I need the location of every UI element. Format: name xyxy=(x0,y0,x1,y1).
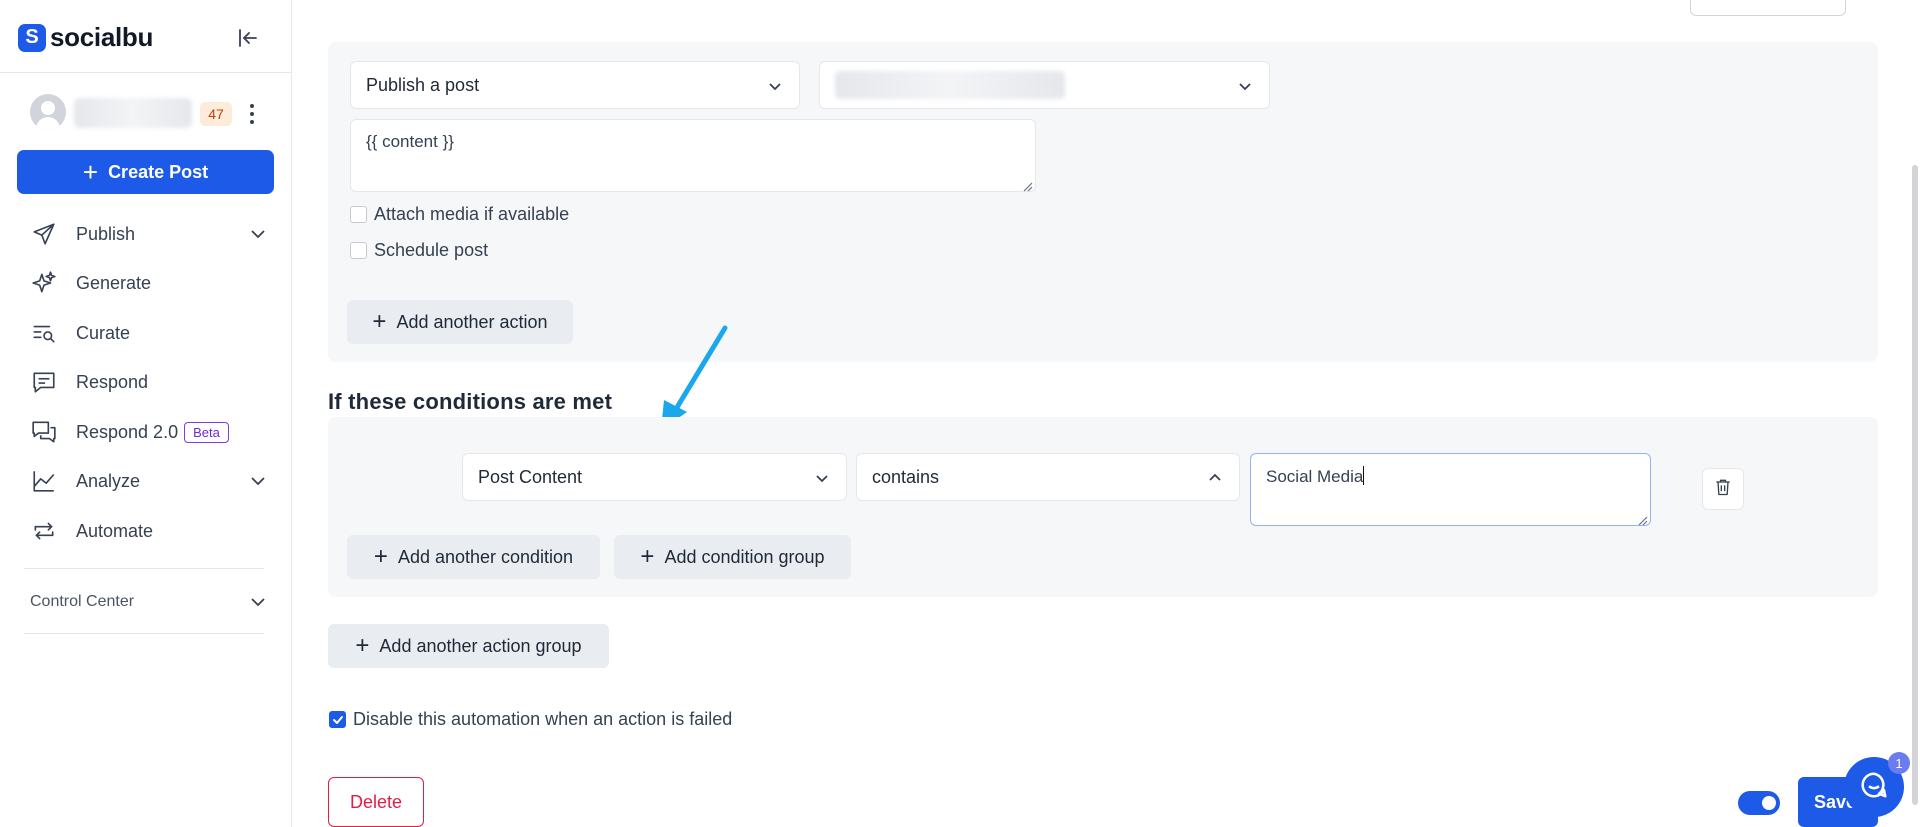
post-content-value: {{ content }} xyxy=(366,132,454,151)
conditions-title: If these conditions are met xyxy=(328,389,613,414)
sidebar-item-respond[interactable]: Respond xyxy=(30,364,270,400)
condition-operator-value: contains xyxy=(872,466,940,487)
add-another-action-button[interactable]: + Add another action xyxy=(347,300,573,344)
add-another-condition-button[interactable]: + Add another condition xyxy=(347,535,600,579)
chevron-up-icon xyxy=(1205,468,1225,488)
automation-active-toggle[interactable] xyxy=(1738,791,1780,815)
sidebar-item-label: Respond 2.0 xyxy=(76,421,179,442)
sparkles-icon xyxy=(30,269,58,297)
control-center-label: Control Center xyxy=(30,593,135,610)
chevron-down-icon xyxy=(765,76,785,96)
checkbox[interactable] xyxy=(350,206,367,223)
chat-icon xyxy=(1859,770,1889,805)
create-post-button[interactable]: + Create Post xyxy=(17,150,274,194)
delete-automation-button[interactable]: Delete xyxy=(328,777,424,827)
collapse-sidebar-icon[interactable] xyxy=(236,26,260,50)
account-select[interactable] xyxy=(819,61,1270,109)
sidebar-divider xyxy=(24,568,264,569)
sidebar-item-curate[interactable]: Curate xyxy=(30,315,270,351)
post-content-textarea[interactable]: {{ content }} xyxy=(350,119,1036,192)
plus-icon: + xyxy=(640,543,655,570)
chevron-down-icon xyxy=(812,468,832,488)
chevron-down-icon xyxy=(1235,76,1255,96)
sidebar-item-analyze[interactable]: Analyze xyxy=(30,463,270,499)
create-post-label: Create Post xyxy=(108,161,209,182)
socialbu-logo-icon: S xyxy=(18,23,46,52)
control-center-toggle[interactable]: Control Center xyxy=(30,588,270,616)
attach-media-label: Attach media if available xyxy=(374,204,570,224)
schedule-post-checkbox[interactable]: Schedule post xyxy=(350,240,488,261)
action-type-value: Publish a post xyxy=(366,74,480,95)
condition-value-textarea[interactable]: Social Media xyxy=(1250,453,1651,526)
send-icon xyxy=(30,220,58,248)
text-cursor xyxy=(1363,466,1365,485)
chart-line-icon xyxy=(30,467,58,495)
sidebar-item-label: Generate xyxy=(76,272,152,293)
repeat-icon xyxy=(30,517,58,545)
sidebar-item-label: Automate xyxy=(76,520,154,541)
schedule-post-label: Schedule post xyxy=(374,240,489,260)
plus-icon: + xyxy=(372,308,387,335)
checkbox[interactable] xyxy=(329,711,346,728)
add-another-action-group-label: Add another action group xyxy=(379,635,582,656)
disable-on-fail-checkbox[interactable]: Disable this automation when an action i… xyxy=(329,709,732,730)
sidebar-item-publish[interactable]: Publish xyxy=(30,216,270,252)
brand-name: socialbu xyxy=(50,22,154,52)
account-name-blurred xyxy=(835,71,1065,99)
plus-icon: + xyxy=(373,543,388,570)
attach-media-checkbox[interactable]: Attach media if available xyxy=(350,204,569,225)
sidebar-divider xyxy=(24,633,264,634)
more-options-icon[interactable] xyxy=(242,100,262,128)
avatar xyxy=(30,94,66,130)
chevron-down-icon xyxy=(248,224,268,244)
add-another-condition-label: Add another condition xyxy=(397,546,574,567)
disable-on-fail-label: Disable this automation when an action i… xyxy=(353,709,733,729)
add-condition-group-label: Add condition group xyxy=(664,546,825,567)
condition-field-value: Post Content xyxy=(478,466,583,487)
scrollbar[interactable] xyxy=(1912,165,1918,805)
resize-handle-icon[interactable] xyxy=(1636,511,1648,526)
condition-value-text: Social Media xyxy=(1266,467,1364,486)
add-another-action-group-button[interactable]: + Add another action group xyxy=(328,624,609,668)
top-right-control[interactable] xyxy=(1690,0,1846,16)
sidebar-item-label: Publish xyxy=(76,223,136,244)
chevron-down-icon xyxy=(248,471,268,491)
account-name-blurred xyxy=(74,98,192,128)
add-another-action-label: Add another action xyxy=(396,311,548,332)
chat-unread-badge: 1 xyxy=(1888,752,1910,774)
profile-switcher[interactable]: 47 xyxy=(30,94,280,134)
notification-count-badge[interactable]: 47 xyxy=(200,102,232,126)
add-condition-group-button[interactable]: + Add condition group xyxy=(614,535,851,579)
condition-field-select[interactable]: Post Content xyxy=(462,453,847,501)
sidebar: S socialbu 47 + Create Post Publish Gene… xyxy=(0,0,292,827)
sidebar-item-automate[interactable]: Automate xyxy=(30,513,270,549)
sidebar-divider xyxy=(0,72,292,73)
sidebar-item-label: Curate xyxy=(76,322,131,343)
sidebar-item-label: Analyze xyxy=(76,470,141,491)
checkbox[interactable] xyxy=(350,242,367,259)
action-type-select[interactable]: Publish a post xyxy=(350,61,800,109)
trash-icon xyxy=(1713,477,1733,502)
messages-icon xyxy=(30,418,58,446)
plus-icon: + xyxy=(355,632,370,659)
resize-handle-icon[interactable] xyxy=(1021,177,1033,192)
plus-icon: + xyxy=(82,157,99,187)
sidebar-item-generate[interactable]: Generate xyxy=(30,265,270,301)
delete-condition-button[interactable] xyxy=(1702,468,1744,510)
list-search-icon xyxy=(30,319,58,347)
sidebar-item-label: Respond xyxy=(76,371,149,392)
beta-badge: Beta xyxy=(184,421,229,443)
chevron-down-icon xyxy=(248,592,268,612)
condition-operator-select[interactable]: contains xyxy=(856,453,1240,501)
sidebar-item-respond-2[interactable]: Respond 2.0 Beta xyxy=(30,414,270,450)
brand-logo[interactable]: S socialbu xyxy=(18,22,153,53)
message-icon xyxy=(30,368,58,396)
